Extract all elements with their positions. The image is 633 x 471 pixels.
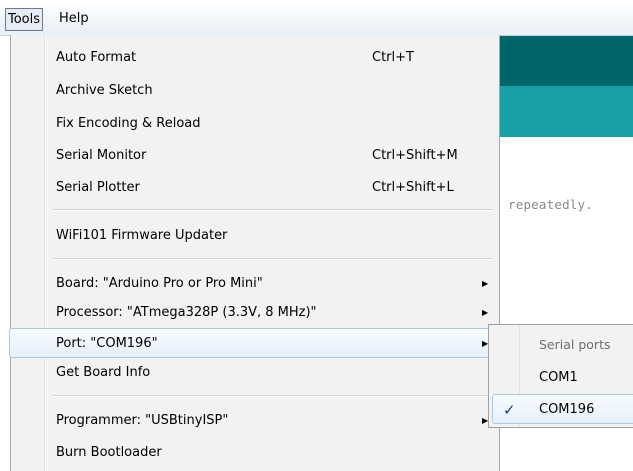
menu-item-shortcut: Ctrl+T <box>372 50 414 65</box>
menu-bar: Tools Help <box>0 0 633 36</box>
menu-item-label: Burn Bootloader <box>56 445 162 460</box>
menu-item-serial-plotter[interactable]: Serial Plotter Ctrl+Shift+L <box>13 173 497 203</box>
menu-item-label: Port: "COM196" <box>56 336 158 351</box>
submenu-arrow-icon: ▶ <box>482 279 489 288</box>
menu-item-label: Auto Format <box>56 50 137 65</box>
menu-item-label: Get Board Info <box>56 365 151 380</box>
menu-item-label: Serial Plotter <box>56 180 140 195</box>
menu-separator <box>53 258 493 260</box>
menu-item-label: Board: "Arduino Pro or Pro Mini" <box>56 276 263 291</box>
menu-item-fix-encoding[interactable]: Fix Encoding & Reload <box>13 109 497 139</box>
port-option-label: COM196 <box>539 402 595 417</box>
menu-item-burn-bootloader[interactable]: Burn Bootloader <box>13 438 497 468</box>
menu-item-label: Serial Monitor <box>56 148 147 163</box>
menu-item-label: Archive Sketch <box>56 83 153 98</box>
menu-item-board[interactable]: Board: "Arduino Pro or Pro Mini" ▶ <box>13 269 497 299</box>
editor-tab-bar <box>500 86 633 137</box>
submenu-header-serial-ports: Serial ports <box>492 330 633 360</box>
menu-item-label: Processor: "ATmega328P (3.3V, 8 MHz)" <box>56 305 317 320</box>
port-option-com1[interactable]: COM1 <box>492 363 633 393</box>
editor-code-text: repeatedly. <box>508 197 593 212</box>
menu-item-processor[interactable]: Processor: "ATmega328P (3.3V, 8 MHz)" ▶ <box>13 298 497 328</box>
port-option-com196[interactable]: ✓ COM196 <box>492 394 633 424</box>
menu-tools[interactable]: Tools <box>5 8 44 31</box>
menu-separator <box>53 209 493 211</box>
menu-item-label: Fix Encoding & Reload <box>56 116 201 131</box>
menu-item-label: Programmer: "USBtinyISP" <box>56 413 229 428</box>
menu-separator <box>53 395 493 397</box>
checkmark-icon: ✓ <box>503 401 516 419</box>
submenu-header-label: Serial ports <box>539 337 611 352</box>
menu-item-shortcut: Ctrl+Shift+L <box>372 180 454 195</box>
tools-dropdown-menu: Auto Format Ctrl+T Archive Sketch Fix En… <box>9 35 501 471</box>
menu-item-auto-format[interactable]: Auto Format Ctrl+T <box>13 43 497 73</box>
menu-item-wifi101-updater[interactable]: WiFi101 Firmware Updater <box>13 221 497 251</box>
menu-item-programmer[interactable]: Programmer: "USBtinyISP" ▶ <box>13 406 497 436</box>
port-submenu: Serial ports COM1 ✓ COM196 <box>488 324 633 428</box>
menu-item-port[interactable]: Port: "COM196" ▶ <box>9 328 501 358</box>
port-option-label: COM1 <box>539 370 578 385</box>
menu-item-shortcut: Ctrl+Shift+M <box>372 148 458 163</box>
menu-item-serial-monitor[interactable]: Serial Monitor Ctrl+Shift+M <box>13 141 497 171</box>
menu-item-archive-sketch[interactable]: Archive Sketch <box>13 76 497 106</box>
editor-toolbar <box>500 36 633 86</box>
menu-item-get-board-info[interactable]: Get Board Info <box>13 358 497 388</box>
menu-help[interactable]: Help <box>55 8 93 29</box>
menu-item-label: WiFi101 Firmware Updater <box>56 228 228 243</box>
